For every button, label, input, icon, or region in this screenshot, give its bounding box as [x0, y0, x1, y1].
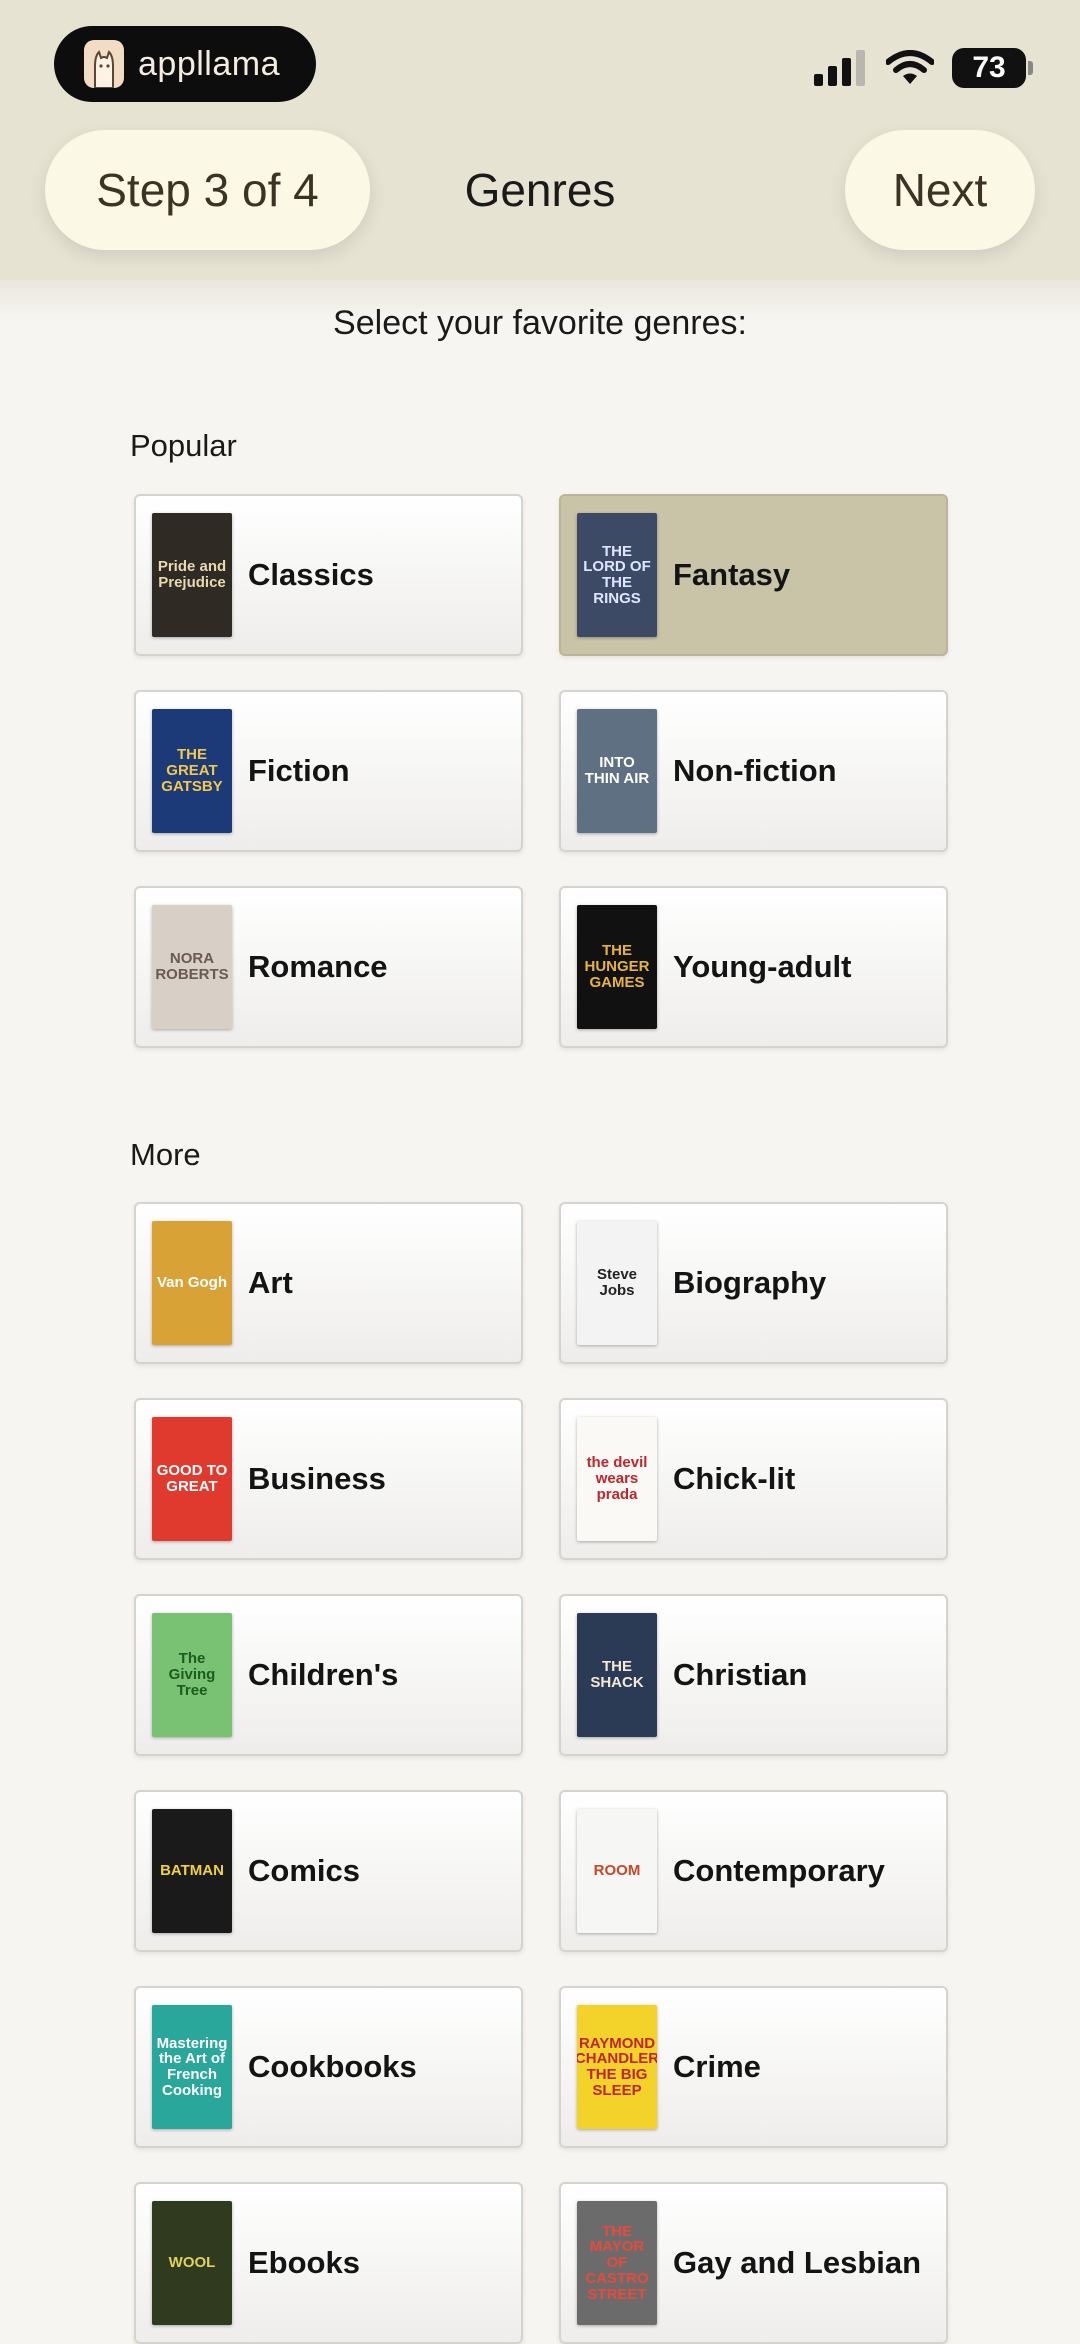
page-title: Genres: [464, 164, 616, 216]
genre-label: Chick-lit: [673, 1461, 796, 1496]
instruction-text: Select your favorite genres:: [333, 304, 747, 342]
genre-tile-christian[interactable]: THE SHACK Christian: [559, 1594, 948, 1756]
genre-tile-business[interactable]: GOOD TO GREAT Business: [134, 1398, 523, 1560]
popular-genres-grid: Pride and Prejudice Classics THE LORD OF T…: [134, 494, 948, 1048]
genre-label: Biography: [673, 1265, 827, 1300]
genre-tile-contemporary[interactable]: ROOM Contemporary: [559, 1790, 948, 1952]
genre-tile-comics[interactable]: BATMAN Comics: [134, 1790, 523, 1952]
genre-label: Art: [248, 1265, 293, 1300]
book-cover-image: ROOM: [577, 1809, 657, 1933]
genre-tile-crime[interactable]: RAYMOND CHANDLER THE BIG SLEEP Crime: [559, 1986, 948, 2148]
book-cover-image: Van Gogh: [152, 1221, 232, 1345]
genre-tile-children-s[interactable]: The Giving Tree Children's: [134, 1594, 523, 1756]
book-cover-image: THE MAYOR OF CASTRO STREET: [577, 2201, 657, 2325]
book-cover-image: NORA ROBERTS: [152, 905, 232, 1029]
genre-tile-young-adult[interactable]: THE HUNGER GAMES Young-adult: [559, 886, 948, 1048]
genre-tile-gay-and-lesbian[interactable]: THE MAYOR OF CASTRO STREET Gay and Lesbia…: [559, 2182, 948, 2344]
llama-icon: [84, 40, 124, 88]
genre-tile-fiction[interactable]: THE GREAT GATSBY Fiction: [134, 690, 523, 852]
genre-label: Contemporary: [673, 1853, 885, 1888]
book-cover-image: RAYMOND CHANDLER THE BIG SLEEP: [577, 2005, 657, 2129]
genre-tile-non-fiction[interactable]: INTO THIN AIR Non-fiction: [559, 690, 948, 852]
genre-label: Cookbooks: [248, 2049, 417, 2084]
book-cover-image: THE GREAT GATSBY: [152, 709, 232, 833]
book-cover-image: THE HUNGER GAMES: [577, 905, 657, 1029]
battery-icon: 73: [952, 48, 1033, 88]
book-cover-image: The Giving Tree: [152, 1613, 232, 1737]
book-cover-image: Mastering the Art of French Cooking: [152, 2005, 232, 2129]
next-button[interactable]: Next: [845, 130, 1035, 250]
genre-label: Ebooks: [248, 2245, 360, 2280]
genre-tile-biography[interactable]: Steve Jobs Biography: [559, 1202, 948, 1364]
book-cover-image: THE SHACK: [577, 1613, 657, 1737]
wifi-icon: [886, 50, 934, 84]
book-cover-image: Pride and Prejudice: [152, 513, 232, 637]
book-cover-image: WOOL: [152, 2201, 232, 2325]
genre-label: Classics: [248, 557, 374, 592]
genre-label: Christian: [673, 1657, 808, 1692]
more-genres-grid: Van Gogh Art Steve Jobs Biography GOOD TO GR…: [134, 1202, 948, 2344]
genre-tile-art[interactable]: Van Gogh Art: [134, 1202, 523, 1364]
genre-tile-fantasy[interactable]: THE LORD OF THE RINGS Fantasy: [559, 494, 948, 656]
app-logo-text: appllama: [138, 44, 280, 83]
book-cover-image: BATMAN: [152, 1809, 232, 1933]
cellular-signal-icon: [814, 50, 865, 86]
book-cover-image: INTO THIN AIR: [577, 709, 657, 833]
genre-tile-classics[interactable]: Pride and Prejudice Classics: [134, 494, 523, 656]
genre-label: Crime: [673, 2049, 761, 2084]
genre-label: Children's: [248, 1657, 399, 1692]
genre-label: Comics: [248, 1853, 360, 1888]
genre-tile-chick-lit[interactable]: the devil wears prada Chick-lit: [559, 1398, 948, 1560]
genre-label: Young-adult: [673, 949, 852, 984]
genre-label: Fantasy: [673, 557, 791, 592]
genre-tile-cookbooks[interactable]: Mastering the Art of French Cooking Cookb…: [134, 1986, 523, 2148]
section-label-more: More: [130, 1137, 201, 1172]
book-cover-image: the devil wears prada: [577, 1417, 657, 1541]
book-cover-image: THE LORD OF THE RINGS: [577, 513, 657, 637]
app-logo-pill: appllama: [54, 26, 316, 102]
genre-label: Romance: [248, 949, 388, 984]
book-cover-image: Steve Jobs: [577, 1221, 657, 1345]
section-label-popular: Popular: [130, 428, 237, 463]
book-cover-image: GOOD TO GREAT: [152, 1417, 232, 1541]
genre-label: Fiction: [248, 753, 350, 788]
genre-tile-ebooks[interactable]: WOOL Ebooks: [134, 2182, 523, 2344]
genre-label: Gay and Lesbian: [673, 2245, 922, 2280]
genre-label: Business: [248, 1461, 386, 1496]
step-indicator: Step 3 of 4: [45, 130, 370, 250]
genre-label: Non-fiction: [673, 753, 837, 788]
status-bar: 73: [814, 48, 1033, 88]
genre-tile-romance[interactable]: NORA ROBERTS Romance: [134, 886, 523, 1048]
